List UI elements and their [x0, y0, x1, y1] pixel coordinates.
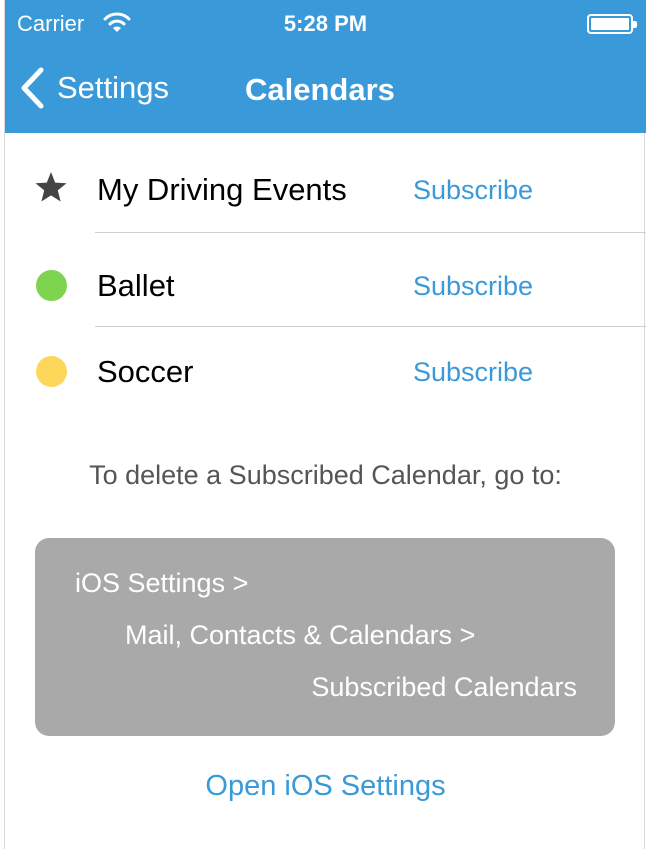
delete-hint-text: To delete a Subscribed Calendar, go to:: [89, 460, 562, 490]
path-line-mail-contacts: Mail, Contacts & Calendars >: [125, 620, 476, 650]
calendar-row-ballet: Ballet Subscribe: [5, 236, 646, 331]
chevron-left-icon: [21, 67, 44, 109]
calendar-color-dot: [36, 270, 67, 301]
navigation-bar: Settings Calendars: [5, 46, 646, 133]
back-button[interactable]: Settings: [19, 64, 169, 112]
app-frame: Carrier 5:28 PM Settings Calendars My Dr…: [4, 0, 646, 849]
top-bar: Carrier 5:28 PM Settings Calendars: [5, 0, 646, 133]
page-title: Calendars: [245, 72, 395, 107]
path-line-ios-settings: iOS Settings >: [75, 568, 249, 598]
path-line-subscribed-calendars: Subscribed Calendars: [311, 672, 577, 702]
calendar-name: My Driving Events: [97, 172, 347, 207]
calendar-name: Soccer: [97, 354, 194, 389]
open-ios-settings-link[interactable]: Open iOS Settings: [5, 770, 646, 803]
calendar-row-my-driving-events: My Driving Events Subscribe: [5, 140, 646, 235]
star-icon: [35, 172, 67, 202]
subscribe-button[interactable]: Subscribe: [413, 175, 533, 206]
calendar-color-dot: [36, 356, 67, 387]
subscribe-button[interactable]: Subscribe: [413, 271, 533, 302]
status-bar: Carrier 5:28 PM: [5, 0, 646, 46]
subscribe-button[interactable]: Subscribe: [413, 357, 533, 388]
back-label: Settings: [57, 70, 170, 105]
row-separator: [95, 232, 646, 233]
battery-icon: [587, 14, 637, 34]
calendar-row-soccer: Soccer Subscribe: [5, 322, 646, 417]
settings-path-box: iOS Settings > Mail, Contacts & Calendar…: [35, 538, 615, 736]
calendar-name: Ballet: [97, 268, 175, 303]
status-time: 5:28 PM: [283, 11, 368, 36]
